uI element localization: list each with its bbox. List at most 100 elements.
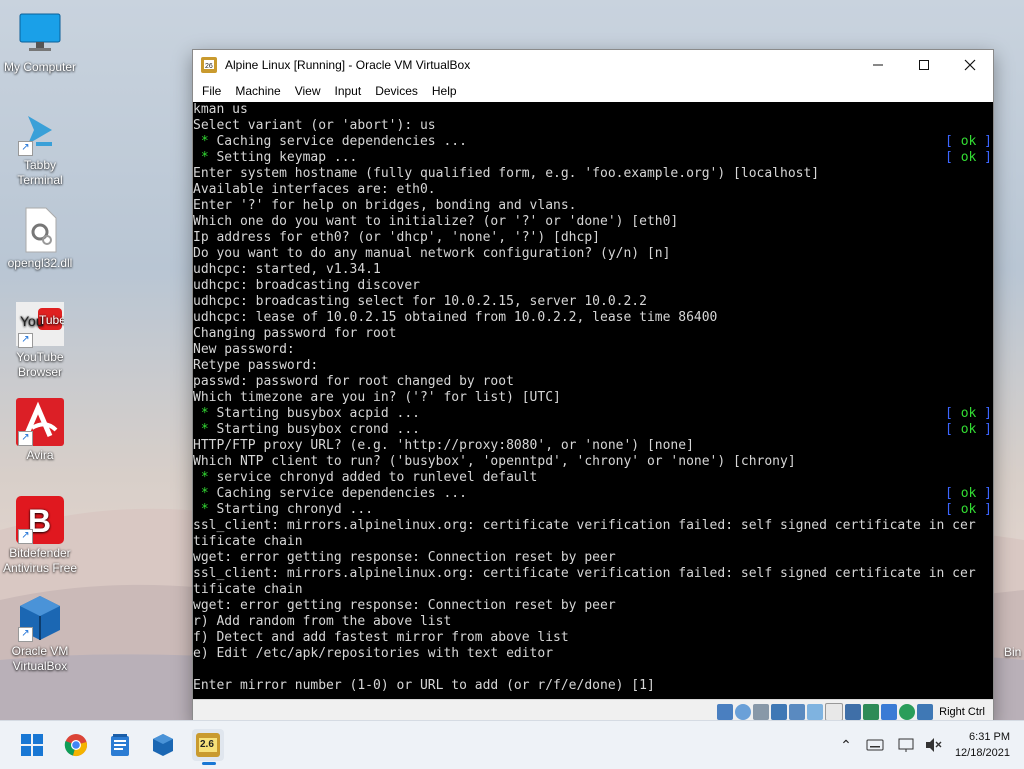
terminal-line: passwd: password for root changed by roo… [193,374,993,390]
vm-version-badge: 2.6 [200,739,214,750]
desktop-icon-my-computer[interactable]: My Computer [0,10,80,75]
terminal-line: Enter mirror number (1-0) or URL to add … [193,678,993,694]
minimize-icon [873,64,883,66]
mouse-integration-icon[interactable] [863,703,880,720]
virtualbox-app-icon: 26 [201,57,217,73]
menu-input[interactable]: Input [328,84,369,98]
menu-view[interactable]: View [288,84,328,98]
dll-file-icon [16,206,64,254]
terminal-line-text: Which NTP client to run? ('busybox', 'op… [193,454,796,469]
desktop-icon-tabby-terminal[interactable]: ↗ Tabby Terminal [0,108,80,188]
terminal-line-text: service chronyd added to runlevel defaul… [208,470,538,485]
chrome-taskbar-button[interactable] [60,729,92,761]
terminal-line-text: New password: [193,342,295,357]
terminal-line: * Starting busybox acpid ... [ ok ] [193,406,993,422]
windows-logo-icon [21,734,43,756]
terminal-line: HTTP/FTP proxy URL? (e.g. 'http://proxy:… [193,438,993,454]
terminal-line: udhcpc: broadcasting discover [193,278,993,294]
terminal-line-text: Which timezone are you in? ('?' for list… [193,390,561,405]
start-button[interactable] [16,729,48,761]
show-hidden-icons-chevron-up-icon[interactable]: ⌃ [836,737,856,754]
desktop-icon-label: YouTube Browser [16,350,64,379]
desktop-icon-youtube-browser[interactable]: You Tube ↗ YouTube Browser [0,300,80,380]
network-monitor-icon[interactable] [898,737,916,753]
terminal-line: udhcpc: lease of 10.0.2.15 obtained from… [193,310,993,326]
network-icon[interactable] [771,703,788,720]
keyboard-icon[interactable] [866,738,884,752]
terminal-line: Which NTP client to run? ('busybox', 'op… [193,454,993,470]
hard-disk-icon[interactable] [717,703,734,720]
terminal-line: * service chronyd added to runlevel defa… [193,470,993,486]
menu-devices[interactable]: Devices [368,84,425,98]
taskbar-clock[interactable]: 6:31 PM 12/18/2021 [955,729,1010,761]
terminal-line: tificate chain [193,534,993,550]
desktop-icon-opengl32[interactable]: opengl32.dll [0,206,80,271]
terminal-line: kman us [193,102,993,118]
virtualbox-taskbar-button[interactable] [147,729,179,761]
ok-status: [ ok ] [945,502,992,517]
menu-machine[interactable]: Machine [228,84,287,98]
terminal-line: * Caching service dependencies ... [ ok ] [193,134,993,150]
ok-status: [ ok ] [945,486,992,501]
menu-help[interactable]: Help [425,84,464,98]
virtualbox-window[interactable]: 26 Alpine Linux [Running] - Oracle VM Vi… [192,49,994,723]
terminal-line-text: Starting chronyd ... [208,502,374,517]
notepad-taskbar-button[interactable] [104,729,136,761]
terminal-line-text: ssl_client: mirrors.alpinelinux.org: cer… [193,566,976,581]
clock-date: 12/18/2021 [954,747,1010,759]
minimize-button[interactable] [855,50,901,80]
terminal-line: Which one do you want to initialize? (or… [193,214,993,230]
terminal-line-text: Changing password for root [193,326,397,341]
terminal-line-text: wget: error getting response: Connection… [193,598,616,613]
vm-console[interactable]: kman us Select variant (or 'abort'): us *… [193,102,993,699]
ok-status: [ ok ] [945,134,992,149]
guest-additions-icon[interactable] [899,703,916,720]
chrome-icon [64,734,87,756]
virtualbox-icon: ↗ [16,594,64,642]
desktop-icon-label: Tabby Terminal [17,158,63,187]
terminal-line: * Setting keymap ... [ ok ] [193,150,993,166]
display-icon[interactable] [825,702,844,721]
maximize-icon [919,60,929,70]
video-capture-icon[interactable] [845,703,862,720]
desktop-icon-label: Avira [26,448,54,462]
terminal-line-text: f) Detect and add fastest mirror from ab… [193,630,569,645]
maximize-button[interactable] [901,50,947,80]
shared-folders-icon[interactable] [807,703,824,720]
terminal-line: tificate chain [193,582,993,598]
window-titlebar[interactable]: 26 Alpine Linux [Running] - Oracle VM Vi… [193,50,993,80]
terminal-line-text: tificate chain [193,534,303,549]
terminal-line: Changing password for root [193,326,993,342]
terminal-line: Which timezone are you in? ('?' for list… [193,390,993,406]
terminal-line-text: Setting keymap ... [208,150,358,165]
status-star: * [200,134,209,149]
terminal-line: e) Edit /etc/apk/repositories with text … [193,646,993,662]
keyboard-capture-icon[interactable] [917,703,934,720]
terminal-line: ssl_client: mirrors.alpinelinux.org: cer… [193,518,993,534]
terminal-line: Do you want to do any manual network con… [193,246,993,262]
terminal-line: New password: [193,342,993,358]
menu-file[interactable]: File [195,84,228,98]
tabby-icon: ↗ [16,108,64,156]
terminal-line: Enter '?' for help on bridges, bonding a… [193,198,993,214]
terminal-line: ssl_client: mirrors.alpinelinux.org: cer… [193,566,993,582]
optical-drive-icon[interactable] [735,703,752,720]
terminal-line-text: r) Add random from the above list [193,614,452,629]
terminal-line: udhcpc: broadcasting select for 10.0.2.1… [193,294,993,310]
terminal-line-text: Starting busybox crond ... [208,422,420,437]
desktop-icon-label: Oracle VM VirtualBox [11,644,69,673]
desktop-recycle-bin-label-partial[interactable]: Bin [1004,645,1024,659]
desktop-icon-bitdefender[interactable]: B ↗ Bitdefender Antivirus Free [0,496,80,576]
shortcut-arrow-icon: ↗ [18,529,33,544]
usb-icon[interactable] [789,703,806,720]
desktop-icon-virtualbox[interactable]: ↗ Oracle VM VirtualBox [0,594,80,674]
volume-muted-icon[interactable] [924,737,942,753]
close-button[interactable] [947,50,993,80]
avira-icon: ↗ [16,398,64,446]
audio-icon[interactable] [753,703,770,720]
status-star: * [200,150,209,165]
shortcut-arrow-icon: ↗ [18,627,33,642]
tabby-taskbar-button[interactable]: 2.6 [192,729,224,765]
desktop-icon-avira[interactable]: ↗ Avira [0,398,80,463]
cpu-icon[interactable] [881,703,898,720]
